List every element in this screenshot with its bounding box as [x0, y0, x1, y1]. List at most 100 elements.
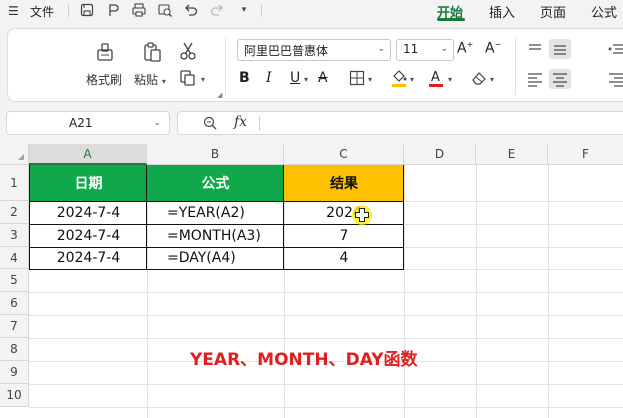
divider: [68, 4, 69, 17]
paste-button[interactable]: 粘贴 ▾: [134, 71, 166, 88]
cell-reference: A21: [69, 116, 93, 130]
menu-icon[interactable]: ☰: [8, 4, 19, 18]
table-cell[interactable]: 2024-7-4: [30, 247, 147, 269]
table-cell[interactable]: =MONTH(A3): [147, 224, 284, 247]
tab-page[interactable]: 页面: [540, 2, 566, 21]
tab-formulas[interactable]: 公式: [591, 2, 617, 21]
paste-icon[interactable]: [141, 41, 163, 63]
paste-label: 粘贴: [134, 73, 159, 87]
tab-insert[interactable]: 插入: [489, 2, 515, 21]
copy-icon[interactable]: [179, 69, 197, 87]
strikethrough-icon[interactable]: A: [318, 70, 328, 86]
formula-bar[interactable]: fx: [177, 111, 623, 135]
align-center-button[interactable]: [549, 69, 571, 89]
table-border: [403, 165, 404, 270]
fx-icon[interactable]: fx: [234, 114, 247, 130]
align-left-button[interactable]: [524, 69, 546, 89]
align-top-button[interactable]: [524, 39, 546, 59]
row-header-5[interactable]: 5: [0, 269, 29, 292]
align-middle-button[interactable]: [549, 39, 571, 59]
row-header-7[interactable]: 7: [0, 315, 29, 338]
print-icon[interactable]: [131, 2, 147, 18]
row-header-4[interactable]: 4: [0, 247, 29, 269]
table-cell[interactable]: 4: [284, 247, 404, 269]
table-border: [29, 224, 404, 225]
font-size-select[interactable]: 11 ⌄: [396, 39, 454, 61]
row-header-2[interactable]: 2: [0, 201, 29, 224]
chevron-down-icon: ⌄: [377, 44, 385, 54]
menu-bar: ☰ 文件 ▾ 开始 插入 页面 公式: [0, 0, 623, 22]
row-header-8[interactable]: 8: [0, 338, 29, 361]
font-color-icon[interactable]: A: [428, 68, 444, 88]
row-header-9[interactable]: 9: [0, 361, 29, 384]
redo-icon[interactable]: [209, 2, 225, 18]
clipboard-launcher-icon[interactable]: ◢: [217, 91, 222, 99]
fill-color-icon[interactable]: [390, 68, 408, 88]
column-header-e[interactable]: E: [476, 144, 548, 165]
print-preview-icon[interactable]: [157, 2, 173, 18]
row-header-6[interactable]: 6: [0, 292, 29, 315]
row-header-10[interactable]: 10: [0, 384, 29, 407]
font-name-select[interactable]: 阿里巴巴普惠体 ⌄: [237, 39, 391, 61]
divider: [259, 116, 260, 131]
undo-icon[interactable]: [183, 2, 199, 18]
cut-icon[interactable]: [177, 40, 199, 62]
decrease-indent-button[interactable]: [605, 39, 623, 59]
column-header-a[interactable]: A: [29, 144, 147, 165]
zoom-icon[interactable]: [202, 115, 218, 131]
quick-access-dropdown-icon[interactable]: ▾: [236, 5, 252, 21]
clear-format-icon[interactable]: [470, 69, 488, 87]
font-color-dropdown-icon[interactable]: ▾: [448, 75, 452, 84]
gridline: [29, 407, 623, 408]
header-cell-date[interactable]: 日期: [30, 165, 147, 201]
spreadsheet-grid[interactable]: A B C D E F 1 2 3 4 5 6 7 8 9 10 日期 公式 结…: [0, 144, 623, 418]
svg-text:A: A: [431, 70, 440, 85]
export-pdf-icon[interactable]: [105, 2, 121, 18]
format-painter-button[interactable]: 格式刷: [86, 71, 122, 88]
header-cell-formula[interactable]: 公式: [147, 165, 284, 201]
table-cell[interactable]: 2024: [284, 201, 404, 224]
bold-icon[interactable]: B: [239, 70, 250, 86]
save-icon[interactable]: [79, 2, 95, 18]
ribbon-home: 格式刷 粘贴 ▾ ▾ ◢ 阿里巴巴普惠体 ⌄ 11 ⌄ A+ A− B I U …: [7, 28, 623, 102]
chevron-down-icon: ⌄: [440, 44, 448, 54]
file-menu[interactable]: 文件: [30, 3, 54, 20]
format-painter-icon[interactable]: [94, 41, 116, 63]
borders-dropdown-icon[interactable]: ▾: [368, 75, 372, 84]
select-all-corner[interactable]: [0, 144, 29, 165]
table-border: [283, 165, 284, 270]
gridline: [29, 384, 623, 385]
align-right-button[interactable]: [605, 69, 623, 89]
decrease-font-size-icon[interactable]: A−: [485, 40, 501, 57]
decrease-indent-icon: [608, 44, 623, 54]
name-box[interactable]: A21 ⌄: [6, 111, 170, 135]
table-cell[interactable]: =DAY(A4): [147, 247, 284, 269]
gridline: [29, 315, 623, 316]
underline-dropdown-icon[interactable]: ▾: [304, 75, 308, 84]
clear-dropdown-icon[interactable]: ▾: [490, 75, 494, 84]
divider: [515, 37, 516, 95]
italic-icon[interactable]: I: [266, 70, 272, 86]
underline-icon[interactable]: U: [290, 70, 300, 86]
header-cell-result[interactable]: 结果: [284, 165, 404, 201]
table-cell[interactable]: 2024-7-4: [30, 201, 147, 224]
table-border: [29, 269, 404, 270]
copy-dropdown-icon[interactable]: ▾: [201, 75, 205, 84]
gridline: [29, 338, 623, 339]
row-header-1[interactable]: 1: [0, 165, 29, 201]
table-cell[interactable]: 7: [284, 224, 404, 247]
table-border: [146, 165, 147, 270]
column-header-b[interactable]: B: [147, 144, 284, 165]
increase-font-size-icon[interactable]: A+: [457, 40, 473, 57]
borders-icon[interactable]: [349, 70, 365, 86]
table-cell[interactable]: =YEAR(A2): [147, 201, 284, 224]
table-cell[interactable]: 2024-7-4: [30, 224, 147, 247]
row-header-3[interactable]: 3: [0, 224, 29, 247]
column-header-c[interactable]: C: [284, 144, 404, 165]
column-header-f[interactable]: F: [548, 144, 623, 165]
cell-cursor-icon: [355, 208, 369, 222]
chevron-down-icon[interactable]: ▾: [162, 77, 166, 86]
column-header-d[interactable]: D: [404, 144, 476, 165]
fill-color-dropdown-icon[interactable]: ▾: [410, 75, 414, 84]
chevron-down-icon[interactable]: ⌄: [153, 118, 161, 128]
